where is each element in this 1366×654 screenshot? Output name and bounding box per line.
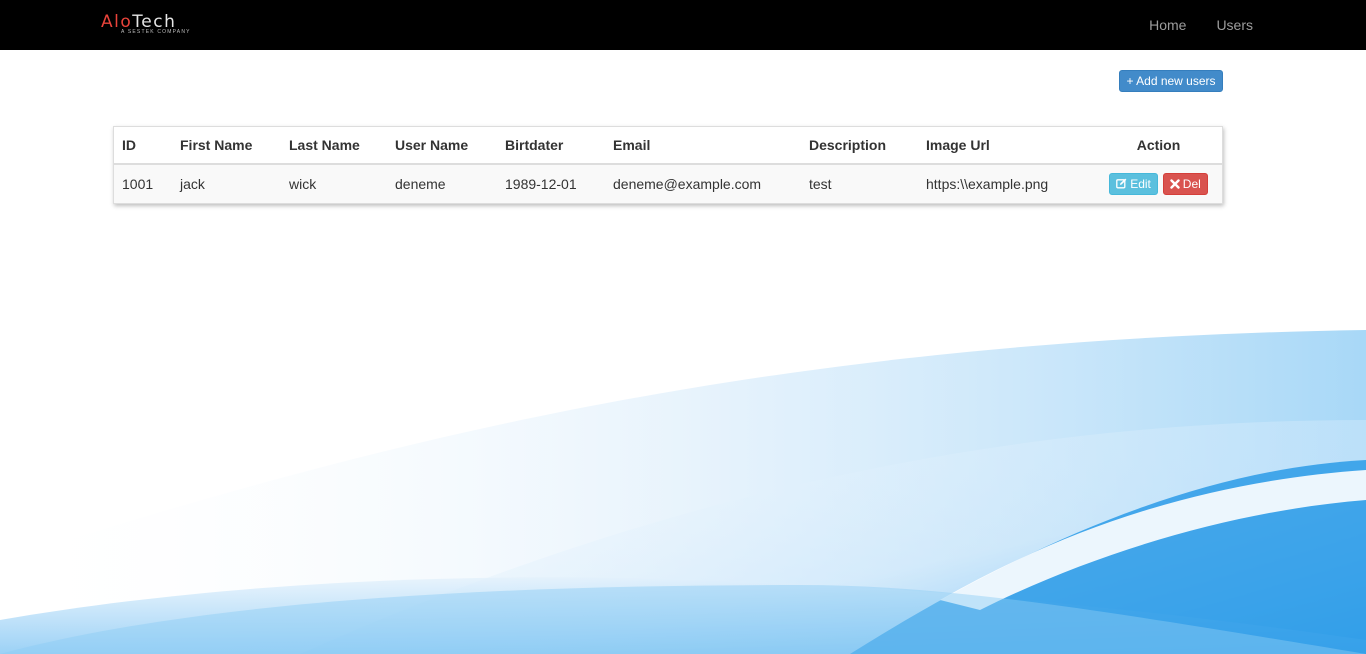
cell-id: 1001 [114,164,172,203]
column-header-email: Email [605,127,801,165]
top-navbar: AloTech A SESTEK COMPANY Home Users [0,0,1366,50]
table-header-row: ID First Name Last Name User Name Birtda… [114,127,1222,165]
cell-action: Edit Del [1095,164,1222,203]
users-table-container: ID First Name Last Name User Name Birtda… [113,126,1223,204]
brand-tagline: A SESTEK COMPANY [121,29,191,35]
nav-link-home[interactable]: Home [1134,0,1201,50]
column-header-birthdate: Birtdater [497,127,605,165]
cell-description: test [801,164,918,203]
cell-last-name: wick [281,164,387,203]
cell-user-name: deneme [387,164,497,203]
edit-button-label: Edit [1130,177,1151,191]
column-header-image-url: Image Url [918,127,1095,165]
column-header-user-name: User Name [387,127,497,165]
users-table: ID First Name Last Name User Name Birtda… [114,127,1222,203]
column-header-description: Description [801,127,918,165]
column-header-action: Action [1095,127,1222,165]
delete-button-label: Del [1182,177,1201,191]
column-header-first-name: First Name [172,127,281,165]
add-new-users-button[interactable]: + Add new users [1119,70,1223,92]
edit-button[interactable]: Edit [1109,173,1158,195]
cell-first-name: jack [172,164,281,203]
nav-link-users[interactable]: Users [1201,0,1253,50]
delete-button[interactable]: Del [1162,173,1208,195]
cell-email: deneme@example.com [605,164,801,203]
column-header-last-name: Last Name [281,127,387,165]
background-waves [0,330,1366,654]
cell-image-url: https:\\example.png [918,164,1095,203]
table-row: 1001 jack wick deneme 1989-12-01 deneme@… [114,164,1222,203]
nav-links: Home Users [1134,0,1253,50]
cell-birthdate: 1989-12-01 [497,164,605,203]
edit-icon [1116,175,1127,195]
column-header-id: ID [114,127,172,165]
times-icon [1170,175,1180,195]
